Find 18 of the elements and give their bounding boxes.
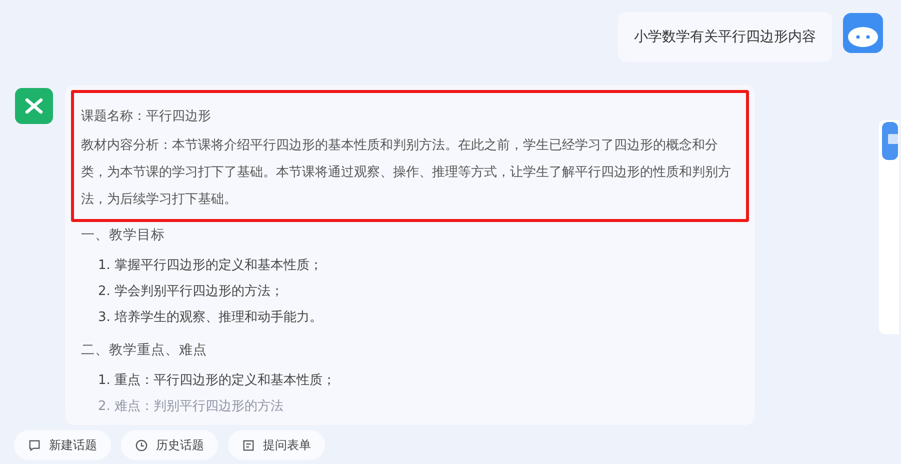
list-item: 3. 培养学生的观察、推理和动手能力。 [98, 309, 323, 327]
clock-icon [135, 438, 148, 452]
section-heading: 二、教学重点、难点 [80, 341, 208, 360]
user-message: 小学数学有关平行四边形内容 [618, 12, 832, 62]
lesson-title: 课题名称：平行四边形 [81, 108, 212, 126]
robot-avatar-icon [843, 13, 883, 53]
action-button[interactable]: 新建话题 [14, 430, 111, 460]
list-item: 1. 重点：平行四边形的定义和基本性质； [98, 372, 336, 390]
list-item: 2. 学会判别平行四边形的方法； [98, 283, 284, 301]
form-icon [242, 438, 255, 452]
list-item: 1. 掌握平行四边形的定义和基本性质； [98, 257, 323, 275]
section-heading: 一、教学目标 [80, 226, 166, 245]
list-item: 2. 难点：判别平行四边形的方法 [98, 398, 284, 416]
analysis-paragraph: 教材内容分析：本节课将介绍平行四边形的基本性质和判别方法。在此之前，学生已经学习了四边形的概念和分类，为本节课的学习打下了基础。本节课将通过观察、操作、推理等方式，让学生了解平行四边形的性质和判别方法，为后续学习打下基础。 [81, 137, 732, 209]
panel-icon [882, 122, 898, 160]
chat-icon [28, 438, 41, 452]
action-button[interactable]: 提问表单 [228, 430, 325, 460]
action-button[interactable]: 历史话题 [121, 430, 218, 460]
